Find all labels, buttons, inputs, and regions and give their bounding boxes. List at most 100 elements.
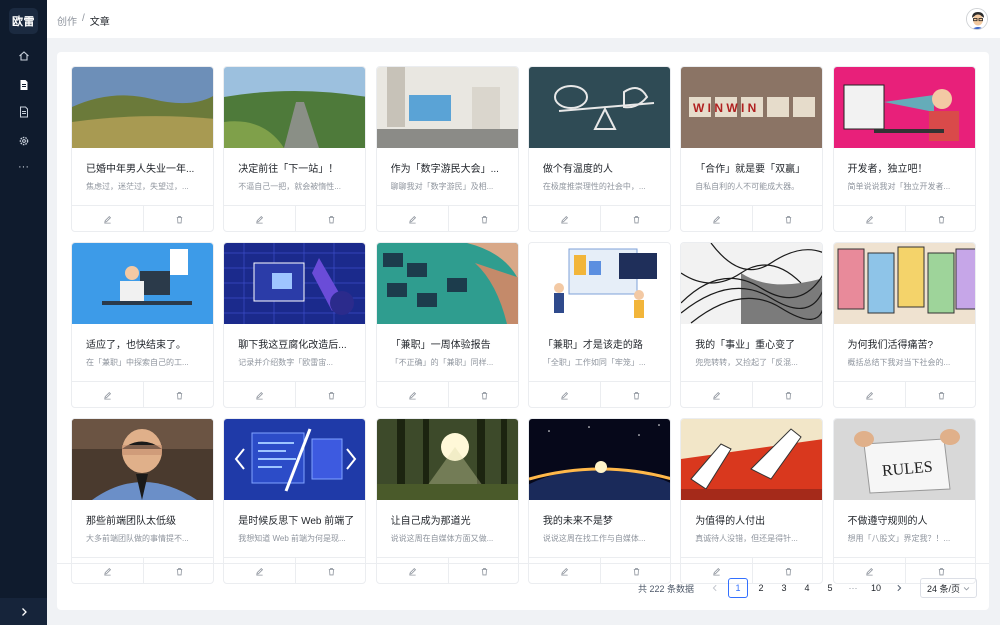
- article-card[interactable]: 做个有温度的人 在极度推崇理性的社会中，...: [527, 66, 671, 232]
- article-title[interactable]: 开发者，独立吧！: [848, 160, 966, 175]
- article-thumbnail[interactable]: [72, 419, 213, 500]
- article-title[interactable]: 那些前端团队太低级: [86, 512, 204, 527]
- article-card[interactable]: 作为「数字游民大会」... 聊聊我对「数字游民」及相...: [375, 66, 519, 232]
- article-card[interactable]: 那些前端团队太低级 大多前端团队做的事情提不...: [71, 418, 214, 584]
- next-page-button[interactable]: [889, 578, 909, 598]
- article-title[interactable]: 是时候反思下 Web 前端了: [238, 512, 356, 527]
- article-thumbnail[interactable]: [224, 243, 366, 324]
- article-thumbnail[interactable]: [224, 419, 366, 500]
- article-card[interactable]: 开发者，独立吧！ 简单说说我对「独立开发者...: [832, 66, 976, 232]
- delete-button[interactable]: [752, 206, 822, 231]
- article-title[interactable]: 「兼职」才是该走的路: [543, 336, 661, 351]
- article-card[interactable]: RULES 不做遵守规则的人 想用「八股文」界定我？！...: [832, 418, 976, 584]
- article-thumbnail[interactable]: [528, 243, 670, 324]
- edit-icon: [408, 391, 416, 400]
- edit-button[interactable]: [681, 206, 752, 231]
- article-title[interactable]: 聊下我这豆腐化改造后...: [238, 336, 356, 351]
- article-title[interactable]: 让自己成为那道光: [391, 512, 509, 527]
- sidebar-expand-button[interactable]: [0, 598, 47, 625]
- article-thumbnail[interactable]: [681, 419, 823, 500]
- article-title[interactable]: 已婚中年男人失业一年...: [86, 160, 204, 175]
- article-title[interactable]: 「合作」就是要「双赢」: [695, 160, 813, 175]
- article-thumbnail[interactable]: [681, 243, 823, 324]
- article-thumbnail[interactable]: [376, 67, 518, 148]
- sidebar: 欧雷 ···: [0, 0, 47, 625]
- edit-button[interactable]: [224, 206, 295, 231]
- article-title[interactable]: 做个有温度的人: [543, 160, 661, 175]
- article-thumbnail[interactable]: [376, 419, 518, 500]
- article-card[interactable]: 我的未来不是梦 说说这周在找工作与自媒体...: [527, 418, 671, 584]
- page-4[interactable]: 4: [797, 578, 817, 598]
- article-card[interactable]: 为何我们活得痛苦? 概括总结下我对当下社会的...: [832, 242, 976, 408]
- edit-button[interactable]: [834, 382, 905, 407]
- page-3[interactable]: 3: [774, 578, 794, 598]
- article-card[interactable]: 是时候反思下 Web 前端了 我想知道 Web 前端为何是现...: [223, 418, 367, 584]
- delete-button[interactable]: [599, 206, 670, 231]
- edit-button[interactable]: [681, 382, 752, 407]
- article-thumbnail[interactable]: [528, 419, 670, 500]
- article-card[interactable]: W I N W I N 「合作」就是要「双赢」 自私自利的人不可能成大器。: [680, 66, 824, 232]
- article-title[interactable]: 「兼职」一周体验报告: [391, 336, 509, 351]
- page-size-select[interactable]: 24 条/页: [920, 578, 977, 598]
- article-card[interactable]: 适应了，也快结束了。 在「兼职」中探索自己的工...: [71, 242, 214, 408]
- article-thumbnail[interactable]: [72, 67, 213, 148]
- page-1[interactable]: 1: [728, 578, 748, 598]
- article-thumbnail[interactable]: [224, 67, 366, 148]
- delete-button[interactable]: [904, 206, 975, 231]
- delete-button[interactable]: [752, 382, 822, 407]
- nav-home[interactable]: [0, 45, 47, 67]
- edit-button[interactable]: [529, 206, 600, 231]
- page-5[interactable]: 5: [820, 578, 840, 598]
- article-thumbnail[interactable]: [528, 67, 670, 148]
- article-title[interactable]: 我的未来不是梦: [543, 512, 661, 527]
- article-card[interactable]: 为值得的人付出 真诚待人没错，但还是得针...: [680, 418, 824, 584]
- article-card[interactable]: 已婚中年男人失业一年... 焦虑过，迷茫过，失望过，...: [71, 66, 214, 232]
- nav-more[interactable]: ···: [0, 156, 47, 178]
- article-thumbnail[interactable]: RULES: [833, 419, 975, 500]
- article-thumbnail[interactable]: W I N W I N: [681, 67, 823, 148]
- nav-pages[interactable]: [0, 101, 47, 123]
- logo[interactable]: 欧雷: [9, 8, 38, 34]
- delete-button[interactable]: [904, 382, 975, 407]
- article-card[interactable]: 我的「事业」重心变了 兜兜转转，又捡起了「反混...: [680, 242, 824, 408]
- article-title[interactable]: 决定前往「下一站」！: [238, 160, 356, 175]
- nav-articles[interactable]: [0, 74, 47, 96]
- edit-button[interactable]: [72, 382, 143, 407]
- page-ellipsis[interactable]: ···: [843, 578, 863, 598]
- avatar[interactable]: [966, 8, 988, 30]
- nav-settings[interactable]: [0, 130, 47, 152]
- edit-button[interactable]: [377, 382, 448, 407]
- article-title[interactable]: 为何我们活得痛苦?: [848, 336, 966, 351]
- delete-button[interactable]: [599, 382, 670, 407]
- breadcrumb-parent[interactable]: 创作: [57, 13, 77, 28]
- article-card[interactable]: 决定前往「下一站」！ 不逼自己一把，就会被惰性...: [223, 66, 367, 232]
- delete-button[interactable]: [143, 382, 213, 407]
- delete-button[interactable]: [295, 206, 365, 231]
- edit-button[interactable]: [72, 206, 143, 231]
- article-title[interactable]: 不做遵守规则的人: [848, 512, 966, 527]
- prev-page-button[interactable]: [705, 578, 725, 598]
- article-thumbnail[interactable]: [72, 243, 213, 324]
- article-title[interactable]: 我的「事业」重心变了: [695, 336, 813, 351]
- page-last[interactable]: 10: [866, 578, 886, 598]
- article-card[interactable]: 让自己成为那道光 说说这周在自媒体方面又做...: [375, 418, 519, 584]
- edit-button[interactable]: [224, 382, 295, 407]
- page-2[interactable]: 2: [751, 578, 771, 598]
- article-thumbnail[interactable]: [833, 67, 975, 148]
- article-title[interactable]: 适应了，也快结束了。: [86, 336, 204, 351]
- delete-button[interactable]: [143, 206, 213, 231]
- article-card[interactable]: 聊下我这豆腐化改造后... 记录并介绍数字「欧雷宙...: [223, 242, 367, 408]
- delete-button[interactable]: [295, 382, 365, 407]
- delete-button[interactable]: [447, 206, 518, 231]
- edit-button[interactable]: [377, 206, 448, 231]
- edit-button[interactable]: [834, 206, 905, 231]
- edit-icon: [713, 215, 721, 224]
- article-thumbnail[interactable]: [833, 243, 975, 324]
- article-card[interactable]: 「兼职」一周体验报告 「不正确」的「兼职」同样...: [375, 242, 519, 408]
- article-thumbnail[interactable]: [376, 243, 518, 324]
- delete-button[interactable]: [447, 382, 518, 407]
- article-card[interactable]: 「兼职」才是该走的路 「全职」工作如同「牢笼」...: [527, 242, 671, 408]
- edit-button[interactable]: [529, 382, 600, 407]
- article-title[interactable]: 作为「数字游民大会」...: [391, 160, 509, 175]
- article-title[interactable]: 为值得的人付出: [695, 512, 813, 527]
